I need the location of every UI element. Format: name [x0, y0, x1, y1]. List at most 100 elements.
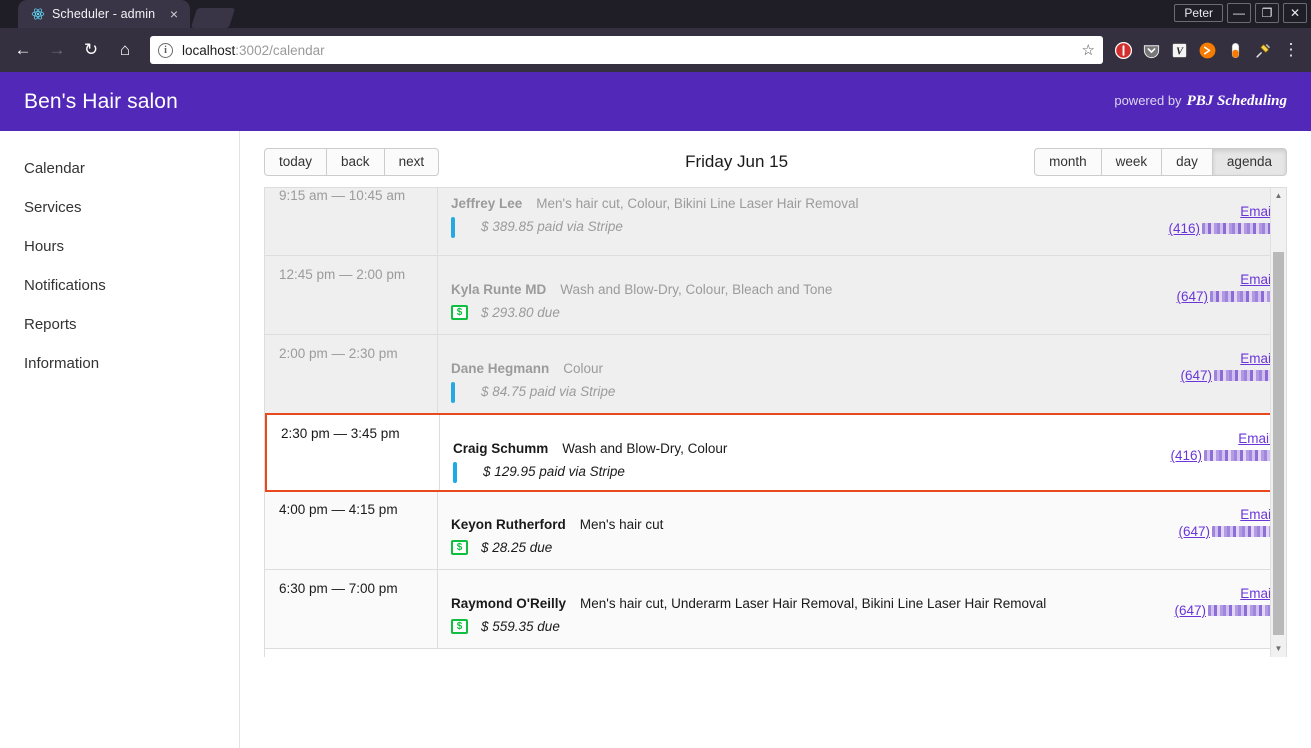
bookmark-star-icon[interactable]: ☆: [1082, 41, 1095, 59]
money-due-icon: $: [451, 305, 470, 320]
window-controls: Peter — ❐ ✕: [1174, 3, 1307, 23]
today-button[interactable]: today: [264, 147, 328, 177]
react-atom-icon: [30, 7, 45, 22]
app-body: Calendar Services Hours Notifications Re…: [0, 131, 1311, 748]
table-row[interactable]: 9:15 am — 10:45 am Jeffrey Lee Men's hai…: [265, 188, 1286, 256]
sidebar-item-services[interactable]: Services: [0, 188, 239, 227]
browser-tab[interactable]: Scheduler - admin ×: [18, 0, 190, 28]
home-icon[interactable]: ⌂: [110, 35, 140, 65]
row-amount: $ 293.80 due: [481, 305, 560, 320]
window-user-label: Peter: [1174, 4, 1223, 22]
phone-area-code: (647): [1180, 368, 1212, 383]
table-row[interactable]: 12:45 pm — 2:00 pm Kyla Runte MD Wash an…: [265, 256, 1286, 335]
tab-close-icon[interactable]: ×: [166, 5, 182, 23]
url-text: localhost:3002/calendar: [182, 43, 325, 58]
email-link[interactable]: Email: [1156, 204, 1274, 219]
phone-link[interactable]: (416): [1168, 221, 1274, 236]
agenda-view: 9:15 am — 10:45 am Jeffrey Lee Men's hai…: [264, 187, 1287, 657]
row-payment: $ $ 559.35 due: [451, 619, 1156, 634]
row-time: 4:00 pm — 4:15 pm: [265, 491, 438, 569]
phone-link[interactable]: (416): [1170, 448, 1272, 463]
email-link[interactable]: Email: [1156, 507, 1274, 522]
row-amount: $ 28.25 due: [481, 540, 553, 555]
syringe-icon[interactable]: [1251, 38, 1275, 62]
scroll-down-icon[interactable]: ▼: [1271, 641, 1286, 657]
page-info-icon[interactable]: i: [158, 42, 173, 58]
browser-menu-icon[interactable]: ⋮: [1279, 38, 1303, 62]
email-link[interactable]: Email: [1156, 351, 1274, 366]
agenda-scroll-area: 9:15 am — 10:45 am Jeffrey Lee Men's hai…: [265, 188, 1286, 657]
row-services: Men's hair cut, Underarm Laser Hair Remo…: [580, 596, 1047, 611]
scrollbar-thumb[interactable]: [1273, 252, 1284, 635]
pocket-icon[interactable]: [1139, 38, 1163, 62]
capsule-icon[interactable]: [1223, 38, 1247, 62]
view-week-button[interactable]: week: [1100, 147, 1163, 177]
row-payment: $ 129.95 paid via Stripe: [453, 462, 1154, 483]
table-row[interactable]: 4:00 pm — 4:15 pm Keyon Rutherford Men's…: [265, 491, 1286, 570]
row-event: Dane Hegmann Colour $ 84.75 paid via Str…: [438, 335, 1156, 413]
sidebar-item-calendar[interactable]: Calendar: [0, 149, 239, 188]
sidebar-item-reports[interactable]: Reports: [0, 305, 239, 344]
email-link[interactable]: Email: [1156, 586, 1274, 601]
brand-name: PBJ Scheduling: [1186, 93, 1287, 109]
vimium-icon[interactable]: V: [1167, 38, 1191, 62]
phone-link[interactable]: (647): [1176, 289, 1274, 304]
phone-redacted: [1210, 291, 1274, 302]
new-tab-button[interactable]: [190, 8, 236, 28]
phone-link[interactable]: (647): [1180, 368, 1274, 383]
adblock-icon[interactable]: [1111, 38, 1135, 62]
row-event: Jeffrey Lee Men's hair cut, Colour, Biki…: [438, 188, 1156, 255]
table-row[interactable]: 2:00 pm — 2:30 pm Dane Hegmann Colour $ …: [265, 335, 1286, 414]
email-link[interactable]: Email: [1156, 272, 1274, 287]
row-services: Men's hair cut, Colour, Bikini Line Lase…: [536, 196, 859, 211]
phone-redacted: [1202, 223, 1274, 234]
minimize-icon[interactable]: —: [1227, 3, 1251, 23]
browser-titlebar: Scheduler - admin × Peter — ❐ ✕: [0, 0, 1311, 28]
row-customer-name: Raymond O'Reilly: [451, 596, 566, 611]
row-payment: $ 389.85 paid via Stripe: [451, 217, 1156, 238]
scroll-down-glyph: ▼: [1274, 644, 1283, 653]
back-button[interactable]: back: [326, 147, 385, 177]
calendar-title: Friday Jun 15: [685, 152, 789, 171]
calendar-view-buttons: month week day agenda: [1034, 147, 1287, 177]
row-amount: $ 389.85 paid via Stripe: [481, 219, 623, 234]
phone-link[interactable]: (647): [1178, 524, 1274, 539]
sidebar-item-hours[interactable]: Hours: [0, 227, 239, 266]
row-event-header: Craig Schumm Wash and Blow-Dry, Colour: [453, 441, 1154, 456]
row-time: 12:45 pm — 2:00 pm: [265, 256, 438, 334]
row-time: 2:30 pm — 3:45 pm: [267, 415, 440, 490]
row-contact: Email (647): [1156, 256, 1286, 334]
phone-link[interactable]: (647): [1174, 603, 1274, 618]
view-agenda-button[interactable]: agenda: [1211, 147, 1287, 177]
row-payment: $ 84.75 paid via Stripe: [451, 382, 1156, 403]
sidebar-item-notifications[interactable]: Notifications: [0, 266, 239, 305]
table-row-selected[interactable]: 2:30 pm — 3:45 pm Craig Schumm Wash and …: [265, 413, 1286, 492]
browser-navbar: ← → ↻ ⌂ i localhost:3002/calendar ☆ V ⋮: [0, 28, 1311, 72]
scrollbar-track[interactable]: [1271, 204, 1286, 641]
send-icon[interactable]: [1195, 38, 1219, 62]
extension-icons: V ⋮: [1111, 38, 1303, 62]
row-customer-name: Craig Schumm: [453, 441, 549, 456]
view-month-button[interactable]: month: [1034, 147, 1102, 177]
row-event-header: Dane Hegmann Colour: [451, 361, 1156, 376]
phone-redacted: [1204, 450, 1272, 461]
app-header: Ben's Hair salon powered by PBJ Scheduli…: [0, 72, 1311, 131]
row-contact: Email (416): [1154, 415, 1284, 490]
row-event-header: Keyon Rutherford Men's hair cut: [451, 517, 1156, 532]
email-link[interactable]: Email: [1154, 431, 1272, 446]
row-services: Men's hair cut: [579, 517, 664, 532]
reload-icon[interactable]: ↻: [76, 35, 106, 65]
close-window-icon[interactable]: ✕: [1283, 3, 1307, 23]
url-bar[interactable]: i localhost:3002/calendar ☆: [150, 36, 1103, 64]
maximize-icon[interactable]: ❐: [1255, 3, 1279, 23]
next-button[interactable]: next: [383, 147, 440, 177]
back-icon[interactable]: ←: [8, 35, 38, 65]
table-row[interactable]: 6:30 pm — 7:00 pm Raymond O'Reilly Men's…: [265, 570, 1286, 649]
scroll-up-icon[interactable]: ▲: [1271, 188, 1286, 204]
agenda-scrollbar[interactable]: ▲ ▼: [1270, 188, 1286, 657]
row-amount: $ 129.95 paid via Stripe: [483, 464, 625, 479]
forward-icon[interactable]: →: [42, 35, 72, 65]
view-day-button[interactable]: day: [1161, 147, 1213, 177]
sidebar-item-information[interactable]: Information: [0, 344, 239, 383]
url-host: localhost: [182, 42, 236, 58]
